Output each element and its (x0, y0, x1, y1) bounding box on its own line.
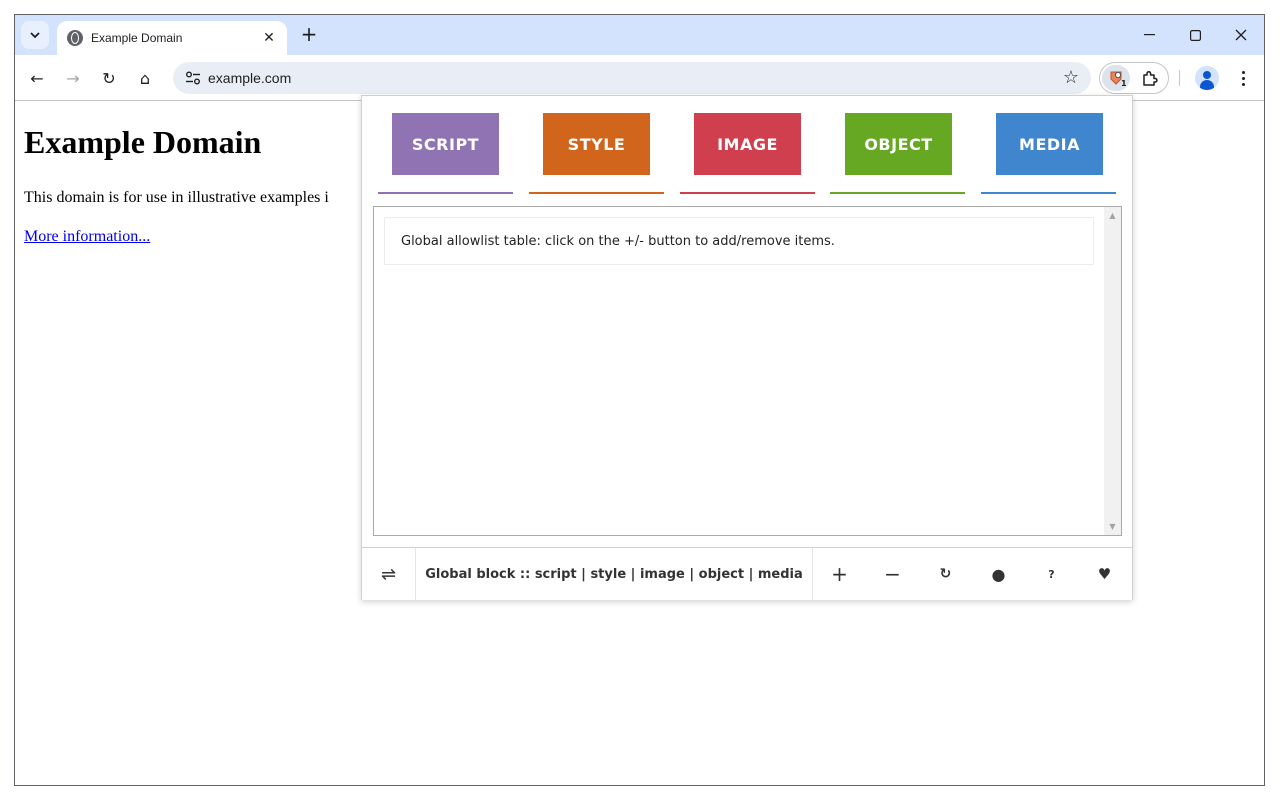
bookmark-star-icon[interactable]: ☆ (1063, 67, 1079, 88)
back-button[interactable]: ← (23, 64, 51, 92)
address-bar[interactable]: example.com ☆ (173, 62, 1091, 94)
category-style-button[interactable]: STYLE (543, 113, 650, 175)
close-icon (1235, 29, 1247, 41)
minimize-icon (1143, 34, 1155, 36)
page-paragraph: This domain is for use in illustrative e… (24, 189, 329, 206)
new-tab-button[interactable]: + (297, 23, 321, 47)
scrollbar[interactable]: ▲ ▼ (1104, 207, 1121, 535)
more-information-link[interactable]: More information... (24, 228, 150, 246)
category-image-underline (680, 192, 815, 194)
swap-mode-button[interactable]: ⇌ (362, 548, 416, 600)
refresh-button[interactable]: ↻ (919, 548, 972, 600)
dot (1241, 70, 1245, 74)
toggle-button[interactable]: ● (972, 548, 1025, 600)
toolbar-separator (1179, 70, 1180, 86)
allowlist-table[interactable]: Global allowlist table: click on the +/-… (373, 206, 1122, 536)
dot (1241, 76, 1245, 80)
allowlist-hint: Global allowlist table: click on the +/-… (384, 217, 1094, 265)
category-object-underline (830, 192, 965, 194)
profile-avatar[interactable] (1195, 66, 1219, 90)
category-style-underline (529, 192, 664, 194)
close-window-button[interactable] (1218, 15, 1264, 55)
category-image-button[interactable]: IMAGE (694, 113, 801, 175)
category-media-button[interactable]: MEDIA (996, 113, 1103, 175)
donate-button[interactable]: ♥ (1078, 548, 1131, 600)
help-button[interactable]: ? (1025, 548, 1078, 600)
scroll-up-icon[interactable]: ▲ (1104, 207, 1121, 224)
chevron-down-icon (30, 32, 40, 38)
maximize-icon (1189, 29, 1201, 41)
category-media-underline (981, 192, 1116, 194)
tab-strip: Example Domain ✕ + (15, 15, 1264, 55)
dot (1241, 82, 1245, 86)
block-status-text: Global block :: script | style | image |… (416, 548, 813, 600)
remove-button[interactable]: − (866, 548, 919, 600)
category-script-button[interactable]: SCRIPT (392, 113, 499, 175)
close-icon[interactable]: ✕ (261, 30, 277, 46)
url-text[interactable]: example.com (208, 70, 291, 86)
extensions-area: 1 (1099, 62, 1169, 94)
extension-popup: SCRIPT STYLE IMAGE OBJECT MEDIA Global a… (361, 95, 1133, 600)
maximize-button[interactable] (1172, 15, 1218, 55)
minimize-button[interactable] (1126, 15, 1172, 55)
site-settings-icon[interactable] (181, 66, 205, 90)
extension-button[interactable]: 1 (1102, 65, 1130, 91)
reload-button[interactable]: ↻ (95, 64, 123, 92)
category-object-button[interactable]: OBJECT (845, 113, 952, 175)
tab-title: Example Domain (91, 31, 183, 45)
tab-example-domain[interactable]: Example Domain ✕ (57, 21, 287, 55)
home-button[interactable]: ⌂ (131, 64, 159, 92)
forward-button[interactable]: → (59, 64, 87, 92)
extension-badge: 1 (1121, 79, 1127, 88)
menu-button[interactable] (1229, 64, 1257, 92)
extensions-puzzle-icon[interactable] (1138, 67, 1162, 91)
tab-search-button[interactable] (21, 21, 49, 49)
add-button[interactable]: + (813, 548, 866, 600)
page-heading: Example Domain (24, 124, 262, 160)
globe-icon (67, 30, 83, 46)
popup-bottom-bar: ⇌ Global block :: script | style | image… (362, 547, 1132, 600)
scroll-down-icon[interactable]: ▼ (1104, 518, 1121, 535)
category-script-underline (378, 192, 513, 194)
